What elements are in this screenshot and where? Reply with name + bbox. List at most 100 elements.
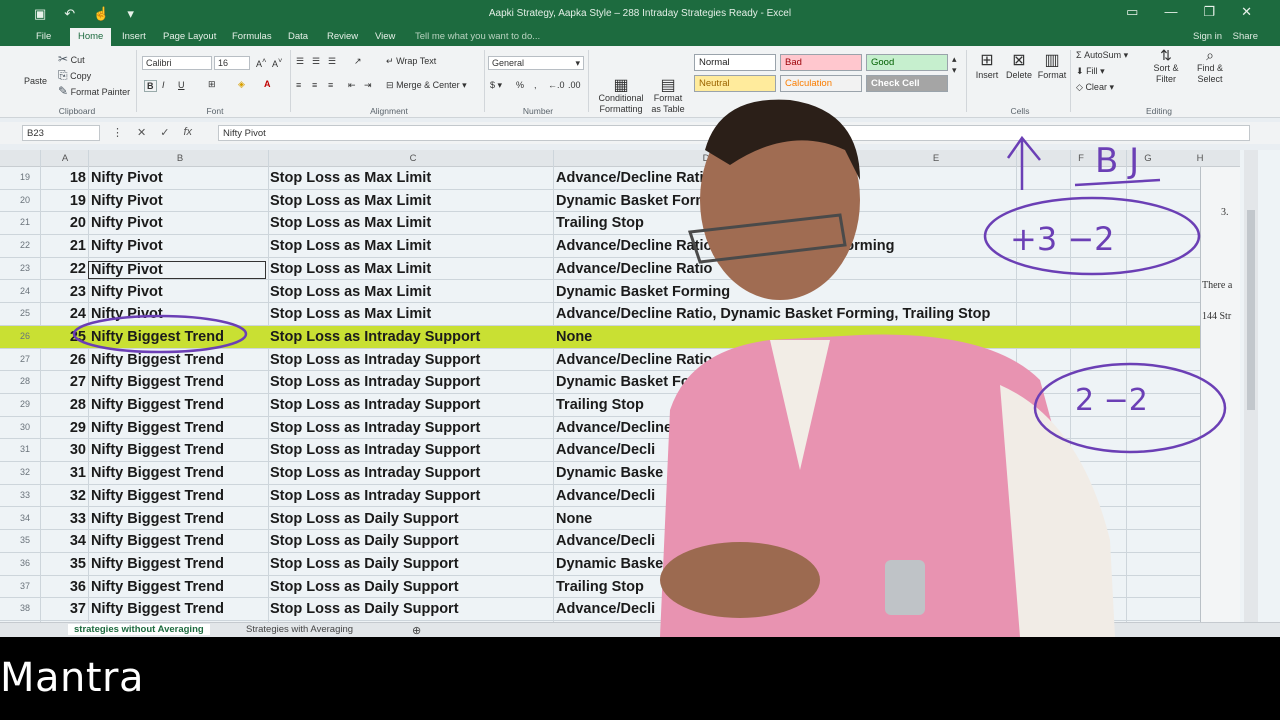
- row-number[interactable]: 20: [14, 195, 36, 205]
- cell-b[interactable]: Nifty Pivot: [91, 284, 163, 300]
- middle-align-icon[interactable]: ☰: [312, 56, 320, 67]
- function-icon[interactable]: fx: [183, 126, 192, 139]
- style-calculation[interactable]: Calculation: [780, 75, 862, 92]
- vertical-scrollbar[interactable]: [1244, 150, 1258, 622]
- row-number[interactable]: 31: [14, 444, 36, 454]
- sign-in-link[interactable]: Sign in: [1193, 31, 1222, 42]
- find-select-button[interactable]: ⌕ Find & Select: [1190, 48, 1230, 85]
- cell-c[interactable]: Stop Loss as Daily Support: [270, 533, 459, 549]
- cell-c[interactable]: Stop Loss as Intraday Support: [270, 374, 480, 390]
- font-size-select[interactable]: 16: [214, 56, 250, 70]
- cell-a[interactable]: 32: [36, 488, 86, 504]
- table-row[interactable]: 20 19 Nifty Pivot Stop Loss as Max Limit Dyn…: [0, 190, 1240, 213]
- cell-b[interactable]: Nifty Biggest Trend: [91, 533, 224, 549]
- row-number[interactable]: 36: [14, 558, 36, 568]
- cell-d[interactable]: Advance/Decli: [556, 601, 655, 617]
- cell-c[interactable]: Stop Loss as Daily Support: [270, 556, 459, 572]
- increase-indent-icon[interactable]: ⇥: [364, 80, 372, 91]
- cell-d[interactable]: Advance/Decline Ratio, Dynamic Basket Fo…: [556, 306, 990, 322]
- row-number[interactable]: 29: [14, 399, 36, 409]
- shrink-font-icon[interactable]: A˅: [272, 56, 282, 69]
- cell-c[interactable]: Stop Loss as Max Limit: [270, 306, 431, 322]
- tab-home[interactable]: Home: [70, 28, 112, 46]
- cell-c[interactable]: Stop Loss as Intraday Support: [270, 488, 480, 504]
- cell-a[interactable]: 18: [36, 170, 86, 186]
- cell-c[interactable]: Stop Loss as Max Limit: [270, 261, 431, 277]
- cell-d[interactable]: Advance/Decline: [556, 420, 672, 436]
- table-row[interactable]: 29 28 Nifty Biggest Trend Stop Loss as Intr…: [0, 394, 1240, 417]
- cell-d[interactable]: Trailing Stop: [556, 397, 644, 413]
- minimize-icon[interactable]: —: [1164, 4, 1177, 20]
- cell-a[interactable]: 24: [36, 306, 86, 322]
- cell-d[interactable]: Advance/Decline Ratio: [556, 352, 712, 368]
- cell-b[interactable]: Nifty Pivot: [91, 193, 163, 209]
- table-row[interactable]: 37 36 Nifty Biggest Trend Stop Loss as Dail…: [0, 576, 1240, 599]
- row-number[interactable]: 19: [14, 172, 36, 182]
- scrollbar-thumb[interactable]: [1247, 210, 1255, 410]
- cell-d[interactable]: Dynamic Basket Forming: [556, 284, 730, 300]
- cell-d[interactable]: Dynamic Basket Forming: [556, 193, 730, 209]
- row-number[interactable]: 37: [14, 581, 36, 591]
- row-number[interactable]: 23: [14, 263, 36, 273]
- cell-a[interactable]: 29: [36, 420, 86, 436]
- currency-icon[interactable]: $ ▾: [490, 80, 502, 91]
- cell-d[interactable]: Dynamic Baske: [556, 556, 663, 572]
- conditional-formatting-button[interactable]: ▦ Conditional Formatting: [594, 78, 648, 115]
- cell-d[interactable]: None: [556, 329, 592, 345]
- sign-in-share[interactable]: Sign in Share: [1193, 31, 1258, 42]
- cell-b[interactable]: Nifty Biggest Trend: [91, 579, 224, 595]
- highlighted-row[interactable]: 26 25 Nifty Biggest Trend Stop Loss as Intr…: [0, 325, 1240, 349]
- font-name-select[interactable]: Calibri: [142, 56, 212, 70]
- row-number[interactable]: 32: [14, 467, 36, 477]
- table-row[interactable]: 34 33 Nifty Biggest Trend Stop Loss as Dail…: [0, 508, 1240, 531]
- table-row[interactable]: 25 24 Nifty Pivot Stop Loss as Max Limit Adv…: [0, 303, 1240, 326]
- align-right-icon[interactable]: ≡: [328, 80, 333, 90]
- borders-icon[interactable]: ⊞: [208, 79, 216, 90]
- cell-c[interactable]: Stop Loss as Daily Support: [270, 601, 459, 617]
- style-check-cell[interactable]: Check Cell: [866, 75, 948, 92]
- merge-center-button[interactable]: ⊟ Merge & Center ▾: [386, 80, 467, 91]
- cell-c[interactable]: Stop Loss as Max Limit: [270, 170, 431, 186]
- ribbon-display-icon[interactable]: ▭: [1126, 4, 1138, 20]
- table-row[interactable]: 36 35 Nifty Biggest Trend Stop Loss as Dail…: [0, 553, 1240, 576]
- cell-b[interactable]: Nifty Biggest Trend: [91, 442, 224, 458]
- table-row[interactable]: 23 22 Nifty Pivot Stop Loss as Max Limit Adv…: [0, 258, 1240, 281]
- cell-d[interactable]: Advance/Decline Ratio: [556, 170, 712, 186]
- cell-d[interactable]: Dynamic Baske: [556, 465, 663, 481]
- cell-a[interactable]: 21: [36, 238, 86, 254]
- tab-formulas[interactable]: Formulas: [232, 31, 272, 42]
- cell-b[interactable]: Nifty Biggest Trend: [91, 556, 224, 572]
- row-number[interactable]: 30: [14, 422, 36, 432]
- row-number[interactable]: 27: [14, 354, 36, 364]
- cell-a[interactable]: 27: [36, 374, 86, 390]
- cell-a[interactable]: 19: [36, 193, 86, 209]
- column-header-e[interactable]: E: [856, 153, 1016, 164]
- format-painter-button[interactable]: ✎ Format Painter: [58, 84, 130, 98]
- wrap-text-button[interactable]: ↵ Wrap Text: [386, 56, 436, 67]
- fill-button[interactable]: ⬇ Fill ▾: [1076, 66, 1105, 77]
- cell-b[interactable]: Nifty Pivot: [91, 238, 163, 254]
- row-number[interactable]: 25: [14, 308, 36, 318]
- cell-b[interactable]: Nifty Biggest Trend: [91, 420, 224, 436]
- row-number[interactable]: 33: [14, 490, 36, 500]
- delete-cells-button[interactable]: ⊠ Delete: [1004, 50, 1034, 80]
- cell-b[interactable]: Nifty Pivot: [91, 170, 163, 186]
- cell-d[interactable]: Advance/Decline Ratio, Dynamic Basket Fo…: [556, 238, 894, 254]
- cell-b[interactable]: Nifty Biggest Trend: [91, 488, 224, 504]
- table-row[interactable]: 32 31 Nifty Biggest Trend Stop Loss as Intr…: [0, 462, 1240, 485]
- add-sheet-icon[interactable]: ⊕: [406, 624, 427, 637]
- cell-d[interactable]: Advance/Decline Ratio: [556, 261, 712, 277]
- cell-c[interactable]: Stop Loss as Max Limit: [270, 193, 431, 209]
- top-align-icon[interactable]: ☰: [296, 56, 304, 67]
- tab-data[interactable]: Data: [288, 31, 308, 42]
- tab-page-layout[interactable]: Page Layout: [163, 31, 216, 42]
- row-number[interactable]: 28: [14, 376, 36, 386]
- column-header-d[interactable]: D: [556, 153, 856, 164]
- underline-button[interactable]: U: [178, 80, 185, 90]
- table-row[interactable]: 21 20 Nifty Pivot Stop Loss as Max Limit Tra…: [0, 212, 1240, 236]
- name-box[interactable]: B23: [22, 125, 100, 141]
- style-bad[interactable]: Bad: [780, 54, 862, 71]
- clear-button[interactable]: ◇ Clear ▾: [1076, 82, 1114, 93]
- cell-c[interactable]: Stop Loss as Intraday Support: [270, 352, 480, 368]
- cell-c[interactable]: Stop Loss as Intraday Support: [270, 329, 480, 345]
